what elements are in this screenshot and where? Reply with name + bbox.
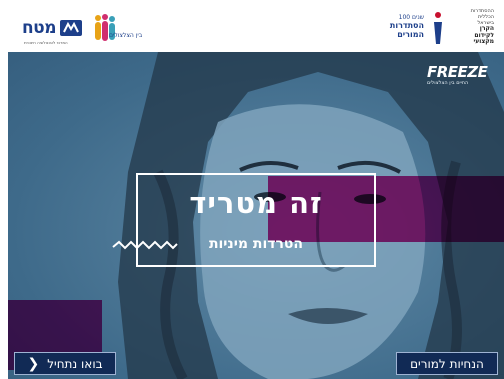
page-title: זה מטריד: [189, 186, 323, 220]
bayn-logo-text: בין הצלצולים: [109, 32, 143, 39]
histadrut-hamorim-logo: 100 שנים הסתדרות המורים: [368, 14, 424, 44]
matach-logo: מטח המרכז לטכנולוגיה חינוכית: [22, 18, 83, 45]
bayn-hatzaltzulim-logo: בין הצלצולים: [93, 13, 142, 47]
matach-mark-icon: [60, 20, 83, 36]
chevron-left-icon: ❮: [27, 355, 40, 372]
matach-logo-text: מטח: [22, 18, 57, 38]
histadrut-years: 100 שנים: [398, 14, 424, 21]
teachers-guide-button[interactable]: הנחיות למורים: [396, 352, 498, 375]
histadrut-name: הסתדרות המורים: [389, 21, 424, 39]
start-button-label: בואו נתחיל: [47, 356, 103, 371]
people-figures-icon: [95, 14, 115, 41]
fund-figure-icon: [434, 12, 442, 44]
freeze-brand: FREEZE החיים בין הצלצולים: [427, 63, 488, 86]
freeze-logo-text: FREEZE: [427, 63, 488, 81]
start-button[interactable]: בואו נתחיל ❮: [14, 352, 116, 375]
page: מטח המרכז לטכנולוגיה חינוכית בין הצלצולי…: [0, 0, 504, 379]
matach-tagline: המרכז לטכנולוגיה חינוכית: [24, 40, 68, 45]
professional-fund-logo: ההסתדרות הכללית בישראל הקרן לקידום מקצוע…: [432, 8, 494, 48]
teachers-guide-label: הנחיות למורים: [410, 356, 484, 371]
zigzag-decoration-icon: [112, 240, 178, 250]
header-logos-bar: מטח המרכז לטכנולוגיה חינוכית בין הצלצולי…: [0, 0, 504, 52]
